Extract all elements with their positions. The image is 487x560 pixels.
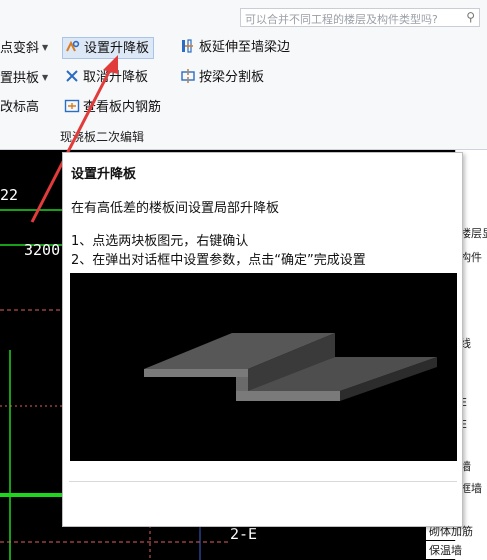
tooltip-step-2: 2、在弹出对话框中设置参数，点击“确定”完成设置 — [71, 253, 366, 268]
tooltip-divider — [69, 481, 457, 482]
tooltip-title: 设置升降板 — [71, 167, 137, 182]
tooltip-description: 在有高低差的楼板间设置局部升降板 — [71, 201, 280, 216]
feature-tooltip: 设置升降板 在有高低差的楼板间设置局部升降板 1、点选两块板图元，右键确认 2、… — [62, 152, 463, 527]
raised-slab-3d-preview — [144, 333, 437, 401]
tooltip-preview-image — [70, 273, 457, 461]
tooltip-step-1: 1、点选两块板图元，右键确认 — [71, 234, 249, 249]
